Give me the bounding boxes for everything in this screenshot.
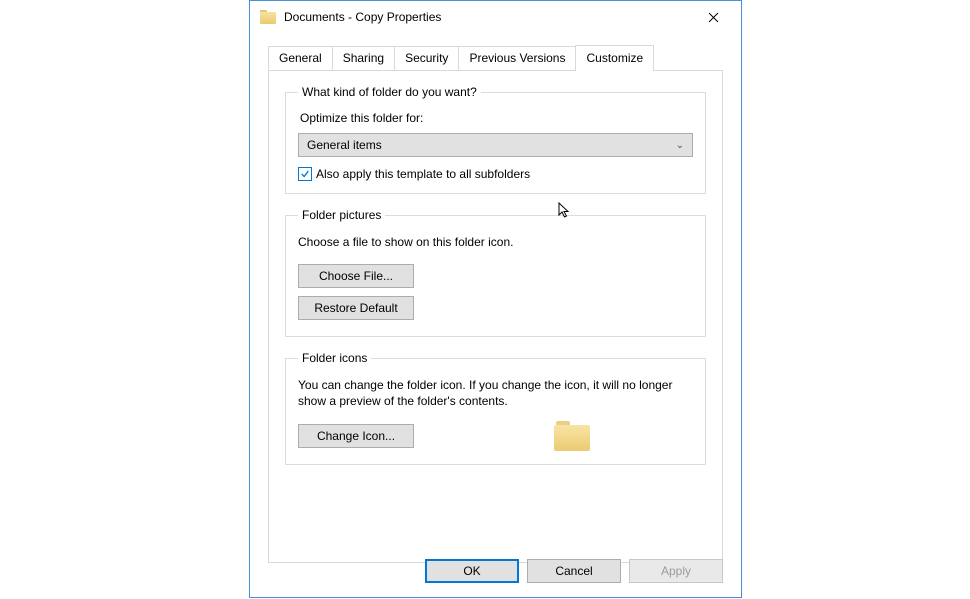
change-icon-button[interactable]: Change Icon... [298, 424, 414, 448]
optimize-dropdown-value: General items [307, 138, 382, 152]
folder-icons-desc: You can change the folder icon. If you c… [298, 377, 693, 409]
close-button[interactable] [693, 3, 733, 31]
ok-button[interactable]: OK [425, 559, 519, 583]
tab-general[interactable]: General [268, 46, 333, 70]
properties-dialog: Documents - Copy Properties General Shar… [249, 0, 742, 598]
titlebar[interactable]: Documents - Copy Properties [250, 1, 741, 33]
folder-icon [260, 10, 276, 24]
group-folder-kind: What kind of folder do you want? Optimiz… [285, 85, 706, 194]
close-icon [708, 12, 719, 23]
group-folder-pictures: Folder pictures Choose a file to show on… [285, 208, 706, 337]
dialog-footer: OK Cancel Apply [425, 559, 723, 583]
group-folder-kind-legend: What kind of folder do you want? [298, 85, 481, 99]
group-folder-icons: Folder icons You can change the folder i… [285, 351, 706, 464]
tabstrip: General Sharing Security Previous Versio… [250, 33, 741, 70]
apply-button[interactable]: Apply [629, 559, 723, 583]
window-title: Documents - Copy Properties [284, 10, 693, 24]
tab-sharing[interactable]: Sharing [332, 46, 395, 70]
choose-file-button[interactable]: Choose File... [298, 264, 414, 288]
apply-subfolders-label: Also apply this template to all subfolde… [316, 167, 530, 181]
optimize-label: Optimize this folder for: [300, 111, 693, 125]
restore-default-button[interactable]: Restore Default [298, 296, 414, 320]
tab-customize[interactable]: Customize [575, 45, 654, 71]
apply-subfolders-checkbox[interactable] [298, 167, 312, 181]
checkmark-icon [300, 169, 310, 179]
tab-previous-versions[interactable]: Previous Versions [458, 46, 576, 70]
group-folder-pictures-legend: Folder pictures [298, 208, 385, 222]
cancel-button[interactable]: Cancel [527, 559, 621, 583]
tab-security[interactable]: Security [394, 46, 459, 70]
optimize-dropdown[interactable]: General items ⌄ [298, 133, 693, 157]
folder-preview-icon [554, 421, 590, 451]
group-folder-icons-legend: Folder icons [298, 351, 371, 365]
tab-panel-customize: What kind of folder do you want? Optimiz… [268, 70, 723, 563]
folder-pictures-desc: Choose a file to show on this folder ico… [298, 234, 693, 250]
chevron-down-icon: ⌄ [676, 140, 684, 151]
